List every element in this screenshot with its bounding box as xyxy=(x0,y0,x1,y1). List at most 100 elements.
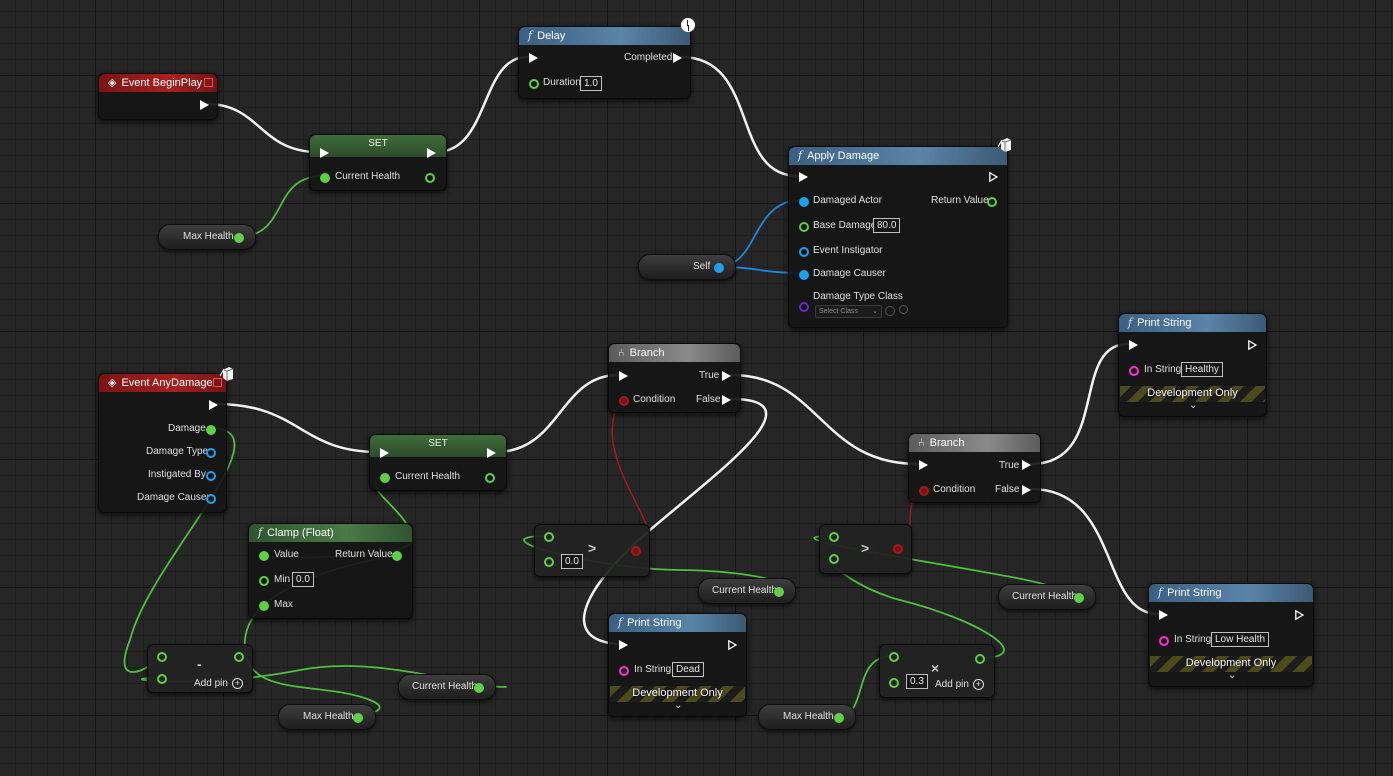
subtract-node[interactable]: - Add pin + xyxy=(147,644,253,693)
false-exec-out-pin[interactable] xyxy=(722,395,731,405)
exec-out-pin[interactable] xyxy=(1295,610,1304,620)
exec-in-pin[interactable] xyxy=(529,53,538,63)
in-string-pin[interactable] xyxy=(1129,366,1139,376)
blueprint-graph-canvas[interactable]: ◈ Event BeginPlay SET Current Health Max … xyxy=(0,0,1393,776)
multiply-node[interactable]: × 0.3 Add pin + xyxy=(879,644,995,698)
result-out-pin[interactable] xyxy=(975,654,985,664)
use-selected-asset-icon[interactable] xyxy=(885,306,895,316)
b-in-pin[interactable] xyxy=(544,557,554,567)
false-exec-out-pin[interactable] xyxy=(1022,485,1031,495)
b-value-input[interactable]: 0.3 xyxy=(906,674,928,689)
a-in-pin[interactable] xyxy=(889,652,899,662)
expand-chevron-icon[interactable]: ⌄ xyxy=(1189,400,1197,411)
current-health-out-pin[interactable] xyxy=(1074,593,1084,603)
event-anydamage-node[interactable]: ◈ Event AnyDamage Damage Damage Type Inst… xyxy=(98,373,227,513)
in-string-pin[interactable] xyxy=(619,666,629,676)
branch-node[interactable]: ⑃ Branch True Condition False xyxy=(908,433,1041,503)
self-reference-node[interactable]: Self xyxy=(638,254,736,280)
result-out-pin[interactable] xyxy=(893,544,903,554)
exec-in-pin[interactable] xyxy=(919,460,928,470)
exec-out-pin[interactable] xyxy=(209,400,218,410)
current-health-in-pin[interactable] xyxy=(320,173,330,183)
event-instigator-pin[interactable] xyxy=(799,247,809,257)
greater-than-node[interactable]: > xyxy=(819,524,912,574)
current-health-out-pin[interactable] xyxy=(474,683,484,693)
in-string-input[interactable]: Dead xyxy=(672,662,704,677)
in-string-input[interactable]: Healthy xyxy=(1181,362,1223,377)
current-health-getter[interactable]: Current Health xyxy=(398,674,496,700)
a-in-pin[interactable] xyxy=(157,652,167,662)
condition-pin[interactable] xyxy=(619,396,629,406)
damage-type-class-pin[interactable] xyxy=(799,302,809,312)
select-class-dropdown[interactable]: Select Class ⌄ xyxy=(815,305,882,318)
current-health-getter[interactable]: Current Health xyxy=(698,578,796,604)
return-value-out-pin[interactable] xyxy=(392,551,402,561)
branch-node[interactable]: ⑃ Branch True Condition False xyxy=(608,343,741,413)
b-in-pin[interactable] xyxy=(889,678,899,688)
current-health-in-pin[interactable] xyxy=(380,473,390,483)
max-health-out-pin[interactable] xyxy=(834,713,844,723)
print-string-low-health-node[interactable]: f Print String In String Low Health Devel… xyxy=(1148,583,1314,687)
max-health-out-pin[interactable] xyxy=(353,713,363,723)
max-health-out-pin[interactable] xyxy=(234,233,244,243)
max-health-getter[interactable]: Max Health xyxy=(758,704,856,730)
min-in-pin[interactable] xyxy=(259,576,269,586)
current-health-out-pin[interactable] xyxy=(485,473,495,483)
add-pin-label[interactable]: Add pin + xyxy=(935,679,984,690)
value-in-pin[interactable] xyxy=(259,551,269,561)
clamp-float-node[interactable]: f Clamp (Float) Value Return Value Min 0.… xyxy=(248,523,413,619)
set-current-health-node[interactable]: SET Current Health xyxy=(369,434,507,491)
exec-in-pin[interactable] xyxy=(380,448,389,458)
damage-out-pin[interactable] xyxy=(206,425,216,435)
damage-type-out-pin[interactable] xyxy=(206,448,216,458)
a-in-pin[interactable] xyxy=(829,532,839,542)
delay-node[interactable]: f Delay Completed Duration 1.0 xyxy=(518,26,691,99)
condition-pin[interactable] xyxy=(919,486,929,496)
max-in-pin[interactable] xyxy=(259,601,269,611)
browse-search-icon[interactable] xyxy=(899,305,908,314)
current-health-out-pin[interactable] xyxy=(425,173,435,183)
exec-out-pin[interactable] xyxy=(1248,340,1257,350)
set-current-health-node[interactable]: SET Current Health xyxy=(309,134,447,191)
true-exec-out-pin[interactable] xyxy=(1022,460,1031,470)
result-out-pin[interactable] xyxy=(631,546,641,556)
add-pin-label[interactable]: Add pin + xyxy=(194,678,243,689)
result-out-pin[interactable] xyxy=(234,652,244,662)
return-value-pin[interactable] xyxy=(987,197,997,207)
exec-out-pin[interactable] xyxy=(989,172,998,182)
exec-out-pin[interactable] xyxy=(200,100,209,110)
a-in-pin[interactable] xyxy=(544,532,554,542)
exec-in-pin[interactable] xyxy=(320,148,329,158)
current-health-out-pin[interactable] xyxy=(774,587,784,597)
exec-out-pin[interactable] xyxy=(487,448,496,458)
damage-causer-pin[interactable] xyxy=(799,270,809,280)
b-in-pin[interactable] xyxy=(157,674,167,684)
duration-pin[interactable] xyxy=(529,79,539,89)
b-in-pin[interactable] xyxy=(829,554,839,564)
completed-exec-out-pin[interactable] xyxy=(673,53,682,63)
in-string-input[interactable]: Low Health xyxy=(1211,632,1270,647)
exec-out-pin[interactable] xyxy=(728,640,737,650)
expand-chevron-icon[interactable]: ⌄ xyxy=(1228,670,1236,681)
max-health-getter[interactable]: Max Health xyxy=(158,224,256,250)
max-health-getter[interactable]: Max Health xyxy=(278,704,376,730)
in-string-pin[interactable] xyxy=(1159,636,1169,646)
exec-in-pin[interactable] xyxy=(619,640,628,650)
self-out-pin[interactable] xyxy=(714,263,724,273)
base-damage-input[interactable]: 80.0 xyxy=(873,218,901,233)
true-exec-out-pin[interactable] xyxy=(722,371,731,381)
exec-in-pin[interactable] xyxy=(619,371,628,381)
event-beginplay-node[interactable]: ◈ Event BeginPlay xyxy=(98,73,218,120)
exec-in-pin[interactable] xyxy=(1159,610,1168,620)
damage-causer-out-pin[interactable] xyxy=(206,494,216,504)
print-string-healthy-node[interactable]: f Print String In String Healthy Developm… xyxy=(1118,313,1267,417)
print-string-dead-node[interactable]: f Print String In String Dead Development… xyxy=(608,613,747,717)
exec-out-pin[interactable] xyxy=(427,148,436,158)
expand-chevron-icon[interactable]: ⌄ xyxy=(674,700,682,711)
greater-than-node[interactable]: > 0.0 xyxy=(534,524,650,577)
duration-input[interactable]: 1.0 xyxy=(580,76,602,91)
apply-damage-node[interactable]: f Apply Damage Damaged Actor Return Value… xyxy=(788,146,1008,328)
exec-in-pin[interactable] xyxy=(1129,340,1138,350)
instigated-by-out-pin[interactable] xyxy=(206,471,216,481)
current-health-getter[interactable]: Current Health xyxy=(998,584,1096,610)
